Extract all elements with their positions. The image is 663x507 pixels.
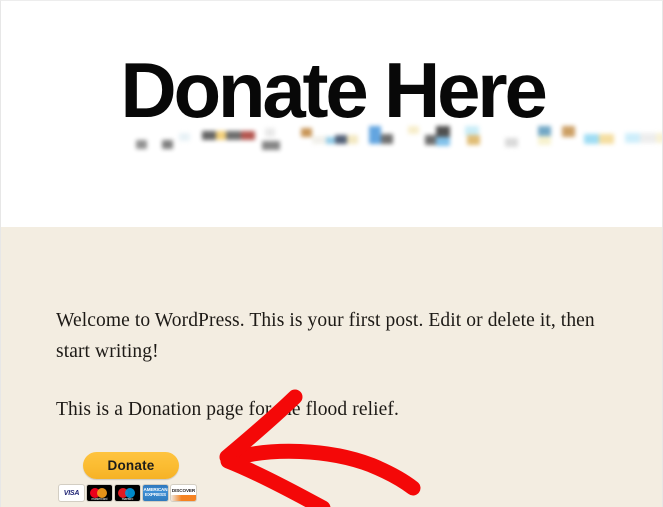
redacted-block	[640, 133, 656, 143]
redacted-block	[326, 137, 335, 144]
accepted-cards-row: VISA mastercard maestro AMERICAN EXPRESS…	[59, 485, 196, 501]
redacted-block	[241, 131, 255, 140]
mastercard-card-icon: mastercard	[87, 485, 112, 501]
paypal-donate-button[interactable]: Donate	[83, 452, 179, 479]
site-header: Donate Here	[1, 1, 662, 227]
redacted-block	[467, 135, 480, 145]
redacted-block	[216, 131, 226, 140]
redacted-block	[226, 131, 241, 140]
maestro-card-label: maestro	[121, 497, 134, 501]
page-title: Donate Here	[120, 46, 547, 135]
amex-card-icon: AMERICAN EXPRESS	[143, 485, 168, 501]
entry-content: Welcome to WordPress. This is your first…	[56, 305, 612, 425]
paypal-donate-block: Donate VISA mastercard maestro AMERICAN …	[58, 452, 208, 501]
redacted-block	[369, 126, 381, 144]
redacted-block	[656, 133, 662, 143]
welcome-paragraph: Welcome to WordPress. This is your first…	[56, 310, 595, 362]
redacted-block	[335, 135, 347, 144]
redacted-block	[408, 126, 419, 134]
redacted-block	[162, 140, 173, 149]
visa-card-label: VISA	[63, 489, 80, 497]
donation-description-paragraph: This is a Donation page for the flood re…	[56, 399, 399, 420]
redacted-block	[505, 138, 518, 147]
redacted-block	[584, 134, 599, 144]
blurred-navigation-menu	[129, 123, 662, 155]
amex-card-label: AMERICAN EXPRESS	[143, 487, 168, 497]
redacted-block	[562, 126, 575, 137]
redacted-block	[599, 134, 614, 144]
visa-card-icon: VISA	[59, 485, 84, 501]
discover-card-label: DISCOVER	[171, 487, 196, 493]
redacted-block	[265, 128, 275, 137]
maestro-card-icon: maestro	[115, 485, 140, 501]
redacted-block	[262, 141, 280, 150]
redacted-block	[202, 131, 216, 140]
redacted-block	[538, 136, 551, 145]
discover-card-icon: DISCOVER	[171, 485, 196, 501]
redacted-block	[136, 140, 147, 149]
browser-page: Donate Here Welcome to WordPress. This i…	[0, 0, 663, 507]
discover-orange-band	[171, 495, 196, 501]
redacted-block	[436, 137, 450, 146]
mastercard-card-label: mastercard	[91, 497, 108, 501]
redacted-block	[381, 134, 393, 144]
redacted-block	[347, 135, 358, 144]
redacted-block	[179, 133, 190, 141]
redacted-block	[301, 128, 312, 137]
redacted-block	[625, 133, 640, 143]
